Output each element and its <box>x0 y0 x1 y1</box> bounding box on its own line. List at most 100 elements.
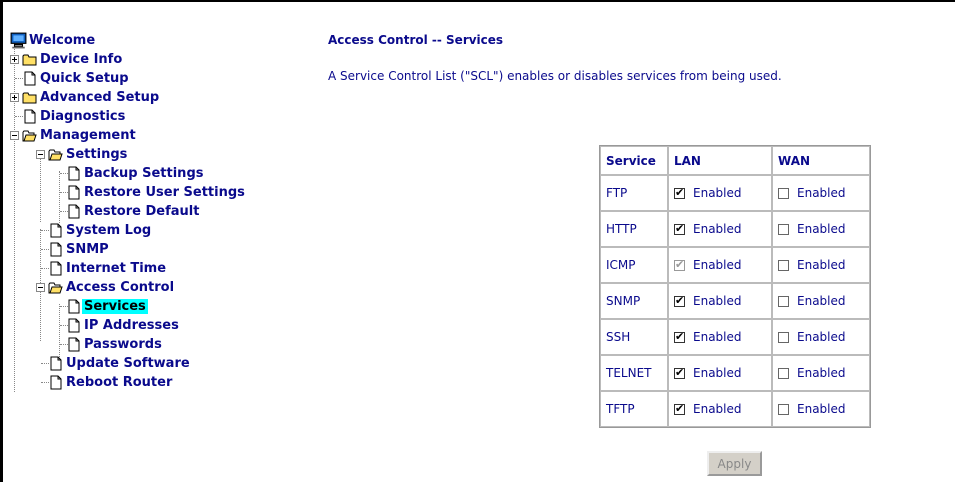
table-row: FTP Enabled Enabled <box>600 175 870 211</box>
page-description: A Service Control List ("SCL") enables o… <box>328 69 782 83</box>
nav-management[interactable]: Management <box>10 126 136 145</box>
lan-enable-checkbox[interactable] <box>674 402 685 415</box>
lan-cell: Enabled <box>668 391 772 427</box>
wan-enabled-label: Enabled <box>797 222 846 236</box>
nav-settings-label: Settings <box>66 147 128 162</box>
nav-device-info[interactable]: Device Info <box>10 50 122 69</box>
nav-welcome[interactable]: Welcome <box>10 31 95 50</box>
nav-snmp[interactable]: SNMP <box>10 240 109 259</box>
page-icon <box>48 375 63 390</box>
nav-internet-time-label: Internet Time <box>66 261 167 276</box>
page-icon <box>66 166 81 181</box>
nav-internet-time[interactable]: Internet Time <box>10 259 166 278</box>
header-lan: LAN <box>668 146 772 175</box>
collapse-box-icon[interactable] <box>10 131 19 140</box>
folder-icon <box>22 52 37 67</box>
expand-box-icon[interactable] <box>10 93 19 102</box>
table-row: TFTP Enabled Enabled <box>600 391 870 427</box>
nav-restore-default[interactable]: Restore Default <box>10 202 199 221</box>
nav-services-label: Services <box>82 299 148 314</box>
nav-diagnostics[interactable]: Diagnostics <box>10 107 125 126</box>
service-name-cell: SNMP <box>600 283 668 319</box>
wan-enable-checkbox[interactable] <box>778 404 789 415</box>
nav-settings[interactable]: Settings <box>10 145 127 164</box>
nav-welcome-label: Welcome <box>29 33 96 48</box>
folder-open-icon <box>22 128 37 143</box>
wan-enable-checkbox[interactable] <box>778 332 789 343</box>
lan-enabled-label: Enabled <box>693 294 742 308</box>
wan-enabled-label: Enabled <box>797 402 846 416</box>
nav-diagnostics-label: Diagnostics <box>40 109 126 124</box>
wan-enabled-label: Enabled <box>797 330 846 344</box>
lan-cell: Enabled <box>668 175 772 211</box>
lan-enable-checkbox[interactable] <box>674 294 685 307</box>
page-icon <box>48 261 63 276</box>
wan-cell: Enabled <box>772 355 870 391</box>
table-header-row: Service LAN WAN <box>600 146 870 175</box>
nav-reboot-router-label: Reboot Router <box>66 375 173 390</box>
wan-cell: Enabled <box>772 247 870 283</box>
wan-enable-checkbox[interactable] <box>778 368 789 379</box>
nav-system-log[interactable]: System Log <box>10 221 151 240</box>
wan-enable-checkbox[interactable] <box>778 260 789 271</box>
nav-passwords-label: Passwords <box>84 337 162 352</box>
nav-services[interactable]: Services <box>10 297 148 316</box>
page-icon <box>48 242 63 257</box>
table-row: SNMP Enabled Enabled <box>600 283 870 319</box>
wan-enable-checkbox[interactable] <box>778 224 789 235</box>
apply-button[interactable]: Apply <box>707 451 762 476</box>
nav-passwords[interactable]: Passwords <box>10 335 162 354</box>
folder-icon <box>22 90 37 105</box>
lan-cell: Enabled <box>668 319 772 355</box>
lan-enable-checkbox[interactable] <box>674 222 685 235</box>
service-name-cell: HTTP <box>600 211 668 247</box>
expand-box-icon[interactable] <box>10 55 19 64</box>
wan-cell: Enabled <box>772 319 870 355</box>
service-name-cell: ICMP <box>600 247 668 283</box>
lan-cell: Enabled <box>668 355 772 391</box>
nav-update-software[interactable]: Update Software <box>10 354 190 373</box>
table-row: HTTP Enabled Enabled <box>600 211 870 247</box>
lan-cell: Enabled <box>668 283 772 319</box>
lan-enable-checkbox <box>674 258 685 271</box>
lan-enabled-label: Enabled <box>693 366 742 380</box>
page-icon <box>48 223 63 238</box>
page-icon <box>66 299 81 314</box>
lan-enable-checkbox[interactable] <box>674 330 685 343</box>
table-row: TELNET Enabled Enabled <box>600 355 870 391</box>
nav-advanced-setup-label: Advanced Setup <box>40 90 160 105</box>
nav-access-control[interactable]: Access Control <box>10 278 174 297</box>
page-icon <box>66 185 81 200</box>
nav-advanced-setup[interactable]: Advanced Setup <box>10 88 159 107</box>
frame-left-border <box>0 0 3 482</box>
page-icon <box>48 356 63 371</box>
wan-cell: Enabled <box>772 283 870 319</box>
page-icon <box>22 71 37 86</box>
lan-enabled-label: Enabled <box>693 258 742 272</box>
collapse-box-icon[interactable] <box>36 150 45 159</box>
lan-enabled-label: Enabled <box>693 330 742 344</box>
nav-backup-settings[interactable]: Backup Settings <box>10 164 203 183</box>
lan-enable-checkbox[interactable] <box>674 186 685 199</box>
lan-cell: Enabled <box>668 211 772 247</box>
wan-cell: Enabled <box>772 175 870 211</box>
collapse-box-icon[interactable] <box>36 283 45 292</box>
nav-quick-setup[interactable]: Quick Setup <box>10 69 129 88</box>
folder-open-icon <box>48 280 63 295</box>
wan-enable-checkbox[interactable] <box>778 296 789 307</box>
nav-access-control-label: Access Control <box>66 280 175 295</box>
nav-management-label: Management <box>40 128 136 143</box>
nav-restore-user-settings[interactable]: Restore User Settings <box>10 183 245 202</box>
lan-cell: Enabled <box>668 247 772 283</box>
wan-enabled-label: Enabled <box>797 366 846 380</box>
lan-enable-checkbox[interactable] <box>674 366 685 379</box>
page-icon <box>66 318 81 333</box>
nav-reboot-router[interactable]: Reboot Router <box>10 373 172 392</box>
folder-open-icon <box>48 147 63 162</box>
table-row: SSH Enabled Enabled <box>600 319 870 355</box>
wan-enabled-label: Enabled <box>797 186 846 200</box>
wan-enable-checkbox[interactable] <box>778 188 789 199</box>
service-name-cell: SSH <box>600 319 668 355</box>
table-row: ICMP Enabled Enabled <box>600 247 870 283</box>
nav-ip-addresses[interactable]: IP Addresses <box>10 316 179 335</box>
